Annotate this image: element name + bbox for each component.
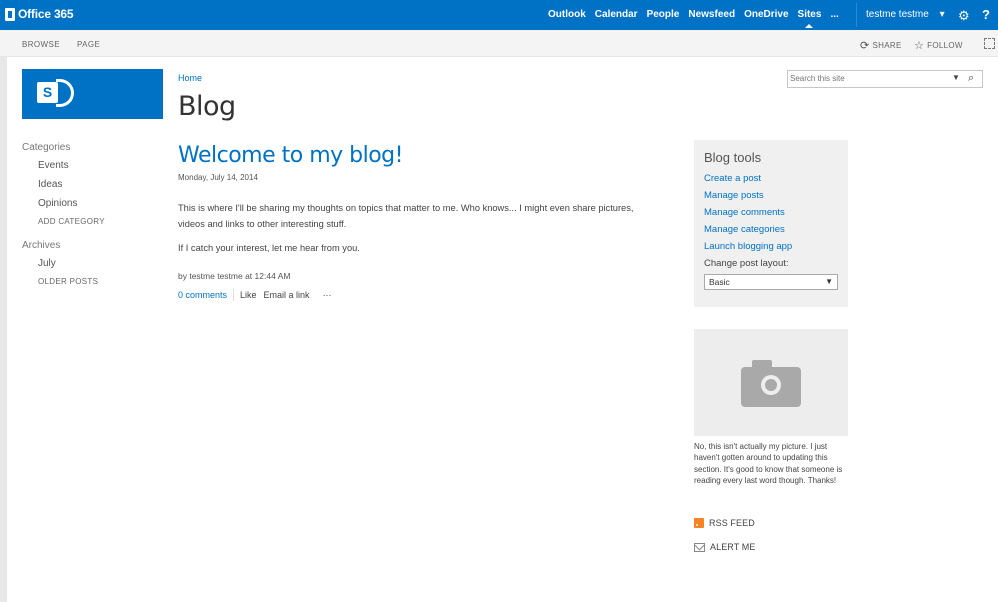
archives-heading[interactable]: Archives bbox=[22, 240, 105, 251]
alert-me-link[interactable]: ALERT ME bbox=[694, 542, 755, 552]
brand-label: Office 365 bbox=[18, 7, 74, 21]
manage-categories-link[interactable]: Manage categories bbox=[704, 224, 838, 235]
tab-browse[interactable]: BROWSE bbox=[22, 40, 60, 49]
add-category-link[interactable]: ADD CATEGORY bbox=[38, 217, 105, 226]
post-paragraph: This is where I'll be sharing my thought… bbox=[178, 203, 634, 229]
suite-nav-outlook[interactable]: Outlook bbox=[548, 9, 586, 20]
tab-page[interactable]: PAGE bbox=[77, 40, 100, 49]
divider bbox=[233, 289, 235, 301]
manage-posts-link[interactable]: Manage posts bbox=[704, 190, 838, 201]
post-layout-select[interactable]: Basic ▼ bbox=[704, 274, 838, 290]
chevron-down-icon: ▾ bbox=[939, 9, 945, 20]
follow-button[interactable]: ☆ FOLLOW bbox=[914, 39, 963, 52]
camera-lens-inner-icon bbox=[765, 379, 777, 391]
user-menu[interactable]: testme testme ▾ bbox=[866, 9, 945, 20]
about-picture bbox=[694, 329, 848, 436]
post-body: This is where I'll be sharing my thought… bbox=[178, 201, 648, 266]
category-opinions[interactable]: Opinions bbox=[38, 198, 105, 209]
search-input[interactable] bbox=[790, 74, 940, 83]
search-box: ▼ ⌕ bbox=[787, 70, 983, 88]
comments-link[interactable]: 0 comments bbox=[178, 290, 227, 300]
suite-nav-sites[interactable]: Sites bbox=[798, 9, 821, 28]
blog-tools-panel: Blog tools Create a post Manage posts Ma… bbox=[694, 140, 848, 307]
older-posts-link[interactable]: OLDER POSTS bbox=[38, 277, 105, 286]
user-name: testme testme bbox=[866, 9, 929, 20]
post-layout-label: Change post layout: bbox=[704, 258, 789, 269]
blog-tools-title: Blog tools bbox=[704, 150, 762, 165]
search-scope-dropdown-icon[interactable]: ▼ bbox=[952, 73, 960, 82]
ribbon: BROWSE PAGE ⟳ SHARE ☆ FOLLOW bbox=[0, 30, 998, 57]
share-button[interactable]: ⟳ SHARE bbox=[860, 39, 902, 52]
launch-blogging-app-link[interactable]: Launch blogging app bbox=[704, 241, 838, 252]
office365-brand[interactable]: Office 365 bbox=[5, 7, 74, 21]
rss-feed-label: RSS FEED bbox=[709, 518, 755, 528]
chevron-down-icon: ▼ bbox=[825, 277, 833, 286]
suite-nav-more[interactable]: ... bbox=[830, 9, 838, 20]
focus-on-content-icon[interactable] bbox=[984, 38, 995, 49]
rss-feed-link[interactable]: RSS FEED bbox=[694, 518, 755, 528]
create-post-link[interactable]: Create a post bbox=[704, 173, 838, 184]
email-link[interactable]: Email a link bbox=[264, 290, 310, 300]
left-edge bbox=[0, 57, 7, 602]
star-icon: ☆ bbox=[914, 40, 925, 52]
site-logo[interactable]: S bbox=[22, 69, 163, 119]
archive-july[interactable]: July bbox=[38, 258, 105, 269]
mail-icon bbox=[694, 542, 705, 552]
sharepoint-logo-icon: S bbox=[37, 82, 58, 103]
breadcrumb-home[interactable]: Home bbox=[178, 73, 202, 83]
like-link[interactable]: Like bbox=[240, 290, 257, 300]
share-label: SHARE bbox=[872, 41, 902, 50]
about-caption: No, this isn't actually my picture. I ju… bbox=[694, 442, 843, 485]
post-date: Monday, July 14, 2014 bbox=[178, 173, 258, 182]
alert-me-label: ALERT ME bbox=[710, 542, 756, 552]
suite-divider bbox=[856, 3, 857, 27]
post-byline: by testme testme at 12:44 AM bbox=[178, 271, 291, 281]
suite-nav-onedrive[interactable]: OneDrive bbox=[744, 9, 788, 20]
help-icon[interactable]: ? bbox=[982, 7, 990, 22]
suite-nav-newsfeed[interactable]: Newsfeed bbox=[688, 9, 735, 20]
category-events[interactable]: Events bbox=[38, 160, 105, 171]
gear-icon[interactable]: ⚙ bbox=[958, 8, 970, 24]
share-icon: ⟳ bbox=[860, 40, 870, 52]
rss-icon bbox=[694, 518, 704, 528]
search-icon[interactable]: ⌕ bbox=[968, 72, 974, 85]
post-layout-value: Basic bbox=[709, 277, 730, 287]
category-ideas[interactable]: Ideas bbox=[38, 179, 105, 190]
categories-heading[interactable]: Categories bbox=[22, 142, 105, 153]
sharepoint-arc bbox=[56, 79, 74, 107]
page-title: Blog bbox=[178, 91, 236, 122]
more-options-icon[interactable]: ··· bbox=[323, 290, 332, 300]
suite-nav-calendar[interactable]: Calendar bbox=[595, 9, 638, 20]
follow-label: FOLLOW bbox=[927, 41, 963, 50]
post-title[interactable]: Welcome to my blog! bbox=[178, 143, 403, 168]
quick-launch: Categories Events Ideas Opinions ADD CAT… bbox=[22, 142, 105, 294]
post-paragraph: If I catch your interest, let me hear fr… bbox=[178, 243, 360, 253]
suite-bar: Office 365 Outlook Calendar People Newsf… bbox=[0, 0, 998, 30]
manage-comments-link[interactable]: Manage comments bbox=[704, 207, 838, 218]
office-logo-icon bbox=[5, 7, 15, 21]
post-actions: 0 comments Like Email a link ··· bbox=[178, 289, 332, 301]
suite-nav: Outlook Calendar People Newsfeed OneDriv… bbox=[548, 9, 848, 28]
suite-nav-people[interactable]: People bbox=[647, 9, 680, 20]
